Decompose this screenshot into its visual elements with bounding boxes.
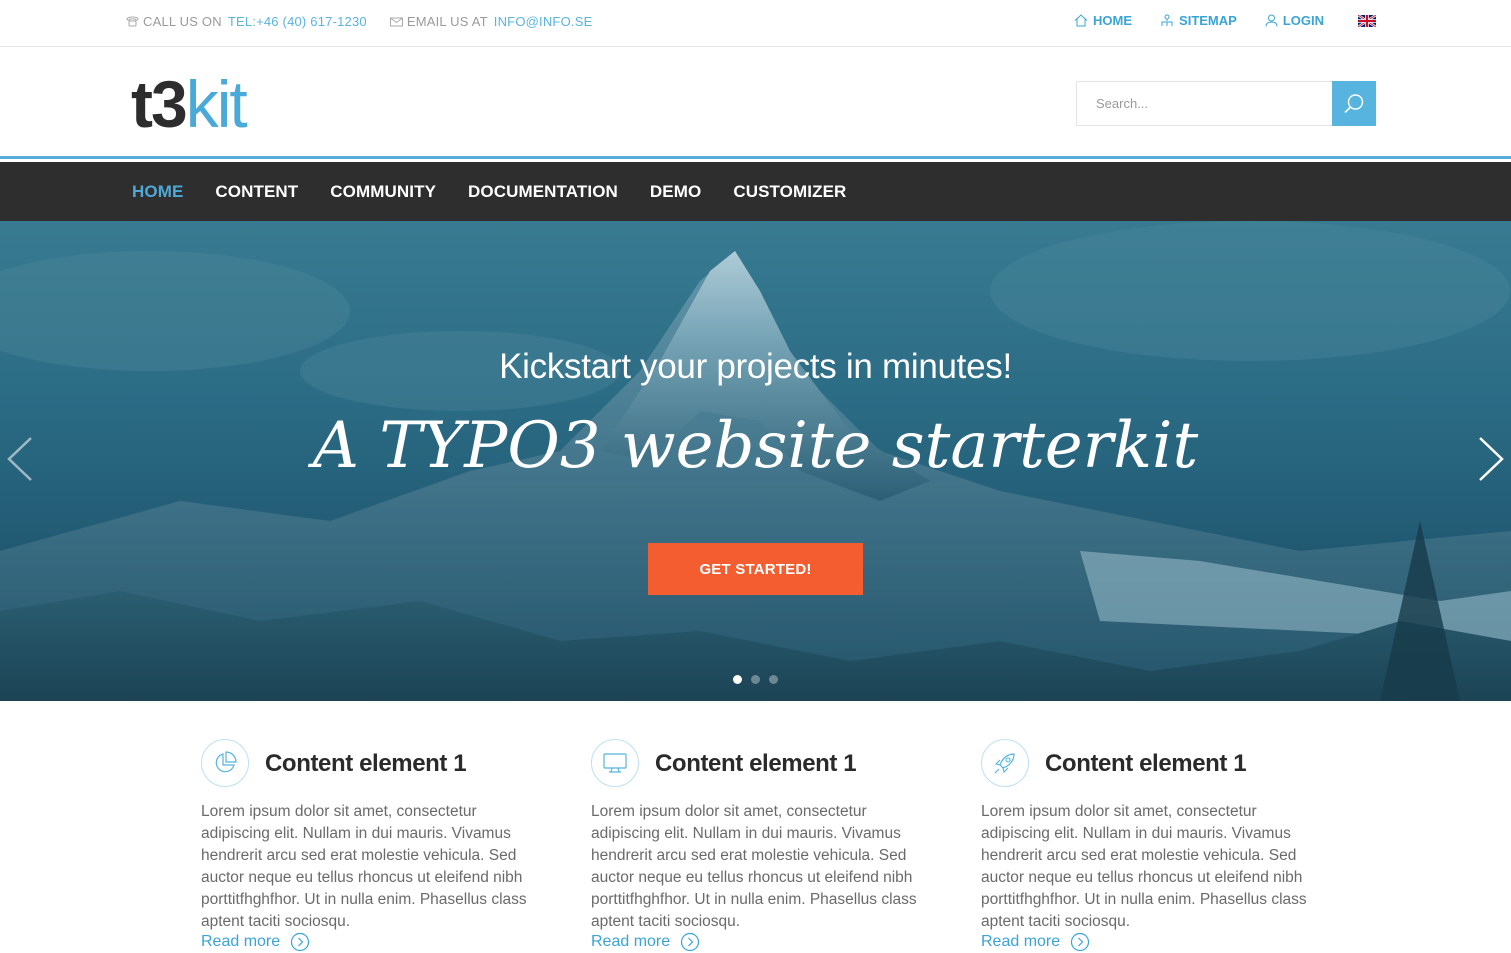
read-more-link[interactable]: Read more [591, 932, 700, 952]
sitemap-icon [1161, 14, 1173, 26]
top-link-sitemap-label: SITEMAP [1179, 13, 1237, 28]
main-navigation: HOME CONTENT COMMUNITY DOCUMENTATION DEM… [0, 162, 1511, 221]
nav-item-community[interactable]: COMMUNITY [330, 182, 436, 202]
feature-text: Lorem ipsum dolor sit amet, consectetur … [981, 803, 1307, 930]
hero-title: A TYPO3 website starterkit [312, 409, 1199, 483]
top-link-login-label: LOGIN [1282, 13, 1324, 28]
email-link[interactable]: INFO@INFO.SE [494, 14, 593, 29]
chevron-right-icon [1479, 437, 1504, 481]
phone-link[interactable]: TEL:+46 (40) 617-1230 [228, 14, 367, 29]
email-label: EMAIL US AT [406, 14, 488, 29]
slider-pagination [733, 675, 787, 684]
monitor-icon [591, 739, 639, 787]
user-icon [1265, 14, 1278, 27]
call-label: CALL US ON [143, 14, 222, 29]
search-icon [1344, 93, 1364, 113]
slider-next-button[interactable] [1477, 436, 1505, 487]
read-more-label: Read more [591, 933, 671, 950]
pie-chart-icon [201, 739, 249, 787]
feature-text: Lorem ipsum dolor sit amet, consectetur … [591, 803, 917, 930]
top-link-login[interactable]: LOGIN [1265, 13, 1324, 28]
search-button[interactable] [1332, 81, 1376, 126]
read-more-link[interactable]: Read more [981, 932, 1090, 952]
nav-item-home[interactable]: HOME [132, 182, 183, 202]
rocket-icon [981, 739, 1029, 787]
slider-dot-3[interactable] [769, 675, 778, 684]
read-more-label: Read more [201, 933, 281, 950]
site-header: t3 kit [0, 48, 1511, 159]
features-section: Content element 1 Lorem ipsum dolor sit … [0, 701, 1511, 953]
hero-subtitle: Kickstart your projects in minutes! [499, 347, 1012, 386]
nav-item-customizer[interactable]: CUSTOMIZER [733, 182, 846, 202]
search-input[interactable] [1076, 81, 1332, 126]
feature-title: Content element 1 [1045, 750, 1247, 777]
read-more-link[interactable]: Read more [201, 932, 310, 952]
mail-icon [389, 17, 403, 27]
home-icon [1074, 14, 1088, 27]
circle-arrow-right-icon [681, 932, 700, 952]
top-link-sitemap[interactable]: SITEMAP [1160, 13, 1237, 28]
circle-arrow-right-icon [291, 932, 310, 952]
feature-title: Content element 1 [655, 750, 857, 777]
contact-info: CALL US ON TEL:+46 (40) 617-1230 EMAIL U… [126, 14, 592, 29]
read-more-label: Read more [981, 933, 1061, 950]
slider-dot-1[interactable] [733, 675, 742, 684]
slider-dot-2[interactable] [751, 675, 760, 684]
phone-icon [126, 16, 139, 27]
logo-dark-part: t3 [131, 67, 188, 141]
circle-arrow-right-icon [1071, 932, 1090, 952]
feature-title: Content element 1 [265, 750, 467, 777]
top-link-home[interactable]: HOME [1074, 13, 1132, 28]
nav-item-content[interactable]: CONTENT [215, 182, 298, 202]
slider-prev-button[interactable] [6, 436, 34, 487]
search-form [1076, 81, 1376, 126]
uk-flag-icon[interactable] [1358, 14, 1376, 27]
logo-light-part: kit [185, 67, 248, 141]
site-logo[interactable]: t3 kit [131, 64, 248, 144]
get-started-button[interactable]: GET STARTED! [648, 543, 863, 595]
nav-item-demo[interactable]: DEMO [650, 182, 701, 202]
top-link-home-label: HOME [1093, 13, 1133, 28]
chevron-left-icon [7, 437, 32, 481]
top-bar: CALL US ON TEL:+46 (40) 617-1230 EMAIL U… [0, 0, 1511, 47]
nav-item-documentation[interactable]: DOCUMENTATION [468, 182, 618, 202]
hero-slider: Kickstart your projects in minutes! A TY… [0, 221, 1511, 701]
feature-text: Lorem ipsum dolor sit amet, consectetur … [201, 803, 527, 930]
utility-links: HOME SITEMAP LOGIN [1046, 13, 1376, 28]
